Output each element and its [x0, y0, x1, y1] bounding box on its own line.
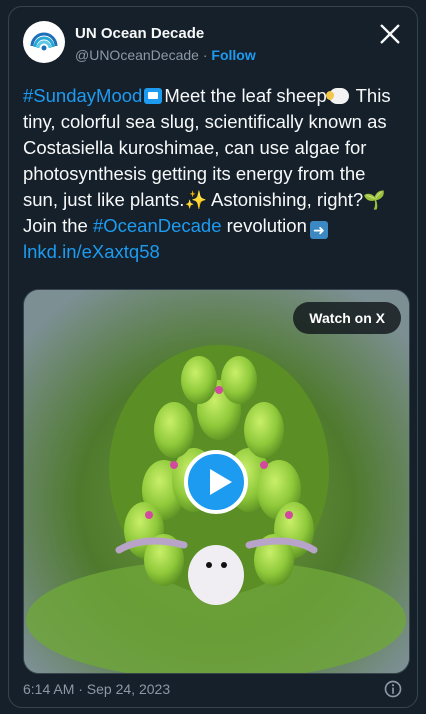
- sparkles-emoji-icon: ✨: [184, 190, 207, 210]
- info-icon[interactable]: [383, 679, 403, 699]
- separator-dot: ·: [202, 47, 208, 63]
- tweet-text-part5: revolution: [226, 215, 307, 236]
- tweet-card: UN Ocean Decade @UNOceanDecade · Follow …: [8, 6, 418, 708]
- tweet-timestamp[interactable]: 6:14 AM · Sep 24, 2023: [23, 681, 170, 697]
- author-handle[interactable]: @UNOceanDecade: [75, 47, 199, 63]
- hashtag-sundaymood[interactable]: #SundayMood: [23, 85, 142, 106]
- tweet-link[interactable]: lnkd.in/eXaxtq58: [23, 241, 160, 262]
- video-media[interactable]: Watch on X: [23, 289, 410, 674]
- seedling-emoji-icon: 🌱: [363, 190, 386, 210]
- tv-emoji-icon: [144, 88, 163, 104]
- author-handle-row: @UNOceanDecade · Follow: [75, 47, 256, 63]
- tweet-text-part4: Join the: [23, 215, 88, 236]
- follow-button[interactable]: Follow: [211, 47, 255, 63]
- ocean-decade-logo-icon: [25, 23, 63, 61]
- watch-on-x-button[interactable]: Watch on X: [293, 302, 401, 334]
- play-icon[interactable]: [184, 450, 248, 514]
- right-arrow-emoji-icon: ➜: [309, 221, 328, 239]
- tweet-text-part3: Astonishing, right?: [211, 189, 364, 210]
- x-logo-icon[interactable]: [379, 23, 401, 45]
- author-name[interactable]: UN Ocean Decade: [75, 25, 204, 42]
- avatar[interactable]: [23, 21, 65, 63]
- tweet-header: UN Ocean Decade @UNOceanDecade · Follow: [23, 17, 403, 73]
- sheep-emoji-icon: [325, 88, 349, 104]
- tweet-text: #SundayMood Meet the leaf sheep This tiny…: [23, 83, 405, 265]
- tweet-text-part1: Meet the leaf sheep: [164, 85, 327, 106]
- hashtag-oceandecade[interactable]: #OceanDecade: [93, 215, 222, 236]
